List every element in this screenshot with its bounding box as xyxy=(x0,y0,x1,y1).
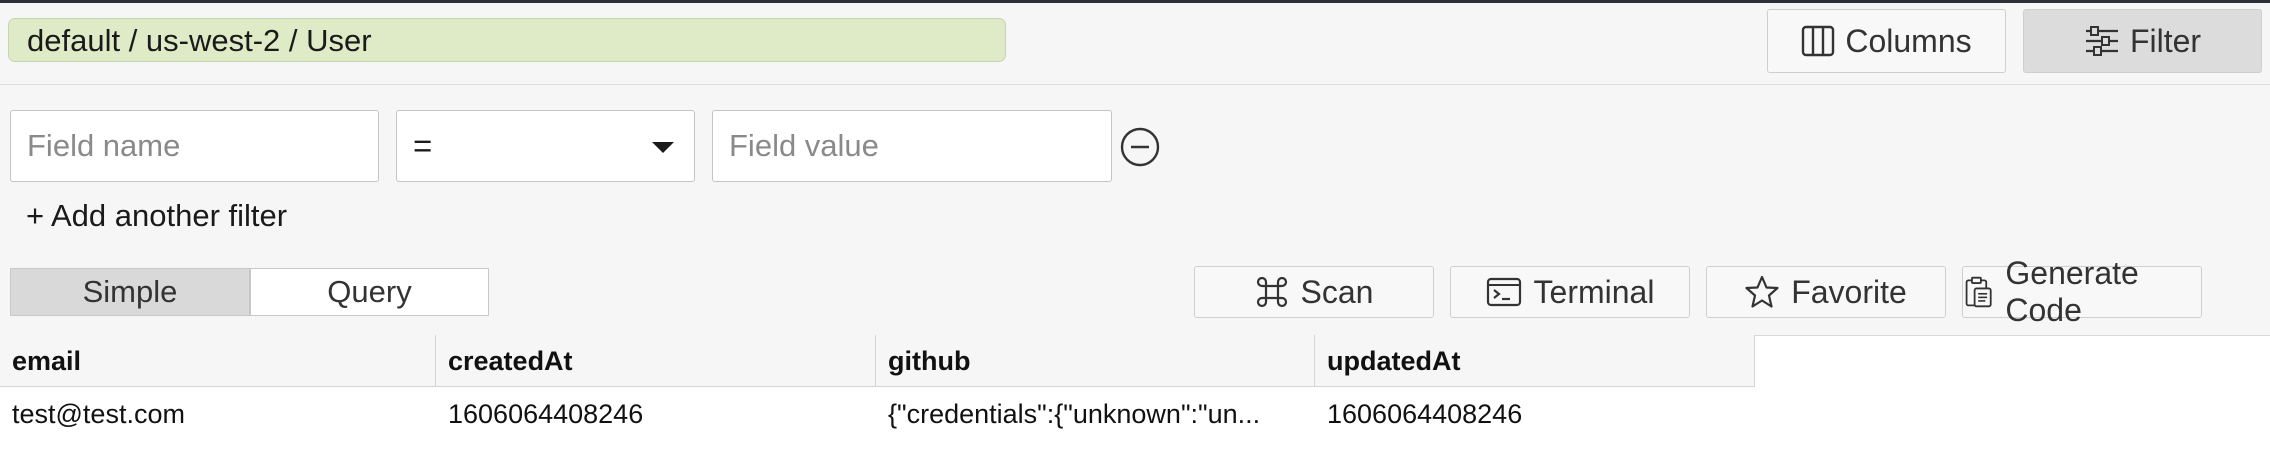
table-cell[interactable]: {"credentials":{"unknown":"un... xyxy=(876,388,1315,440)
operator-value: = xyxy=(413,127,433,164)
filter-button[interactable]: Filter xyxy=(2023,9,2262,73)
columns-button[interactable]: Columns xyxy=(1767,9,2006,73)
tab-simple[interactable]: Simple xyxy=(10,268,250,316)
remove-filter-icon[interactable] xyxy=(1120,127,1160,167)
terminal-button[interactable]: Terminal xyxy=(1450,266,1690,318)
terminal-icon xyxy=(1486,277,1521,307)
filter-sliders-icon xyxy=(2085,26,2118,56)
scan-button[interactable]: Scan xyxy=(1194,266,1434,318)
terminal-label: Terminal xyxy=(1533,273,1655,310)
divider xyxy=(0,84,2270,85)
favorite-label: Favorite xyxy=(1791,273,1907,310)
column-header-github[interactable]: github xyxy=(876,335,1315,387)
table-cell[interactable]: 1606064408246 xyxy=(1315,388,1755,440)
operator-select[interactable]: = xyxy=(396,110,695,182)
chevron-down-icon xyxy=(652,142,674,153)
generate-code-button[interactable]: Generate Code xyxy=(1962,255,2202,328)
table-cell[interactable]: 1606064408246 xyxy=(436,388,876,440)
command-icon xyxy=(1256,276,1287,308)
column-header-updatedAt[interactable]: updatedAt xyxy=(1315,335,1755,387)
generate-code-label: Generate Code xyxy=(2005,255,2139,328)
add-filter-link[interactable]: + Add another filter xyxy=(26,196,287,236)
favorite-button[interactable]: Favorite xyxy=(1706,266,1946,318)
tab-query[interactable]: Query xyxy=(250,268,489,316)
clipboard-code-icon xyxy=(1965,276,1992,308)
table-cell[interactable]: test@test.com xyxy=(0,388,436,440)
table-header: email createdAt github updatedAt xyxy=(0,335,1755,387)
breadcrumb: default / us-west-2 / User xyxy=(8,18,1006,62)
columns-label: Columns xyxy=(1845,22,1972,59)
column-header-email[interactable]: email xyxy=(0,335,436,387)
star-icon xyxy=(1745,275,1779,308)
field-name-input[interactable] xyxy=(10,110,379,182)
field-value-input[interactable] xyxy=(712,110,1112,182)
columns-icon xyxy=(1802,25,1835,57)
column-header-createdAt[interactable]: createdAt xyxy=(436,335,876,387)
table-row[interactable]: test@test.com 1606064408246 {"credential… xyxy=(0,388,1755,440)
scan-label: Scan xyxy=(1300,273,1374,310)
filter-label: Filter xyxy=(2129,22,2202,59)
